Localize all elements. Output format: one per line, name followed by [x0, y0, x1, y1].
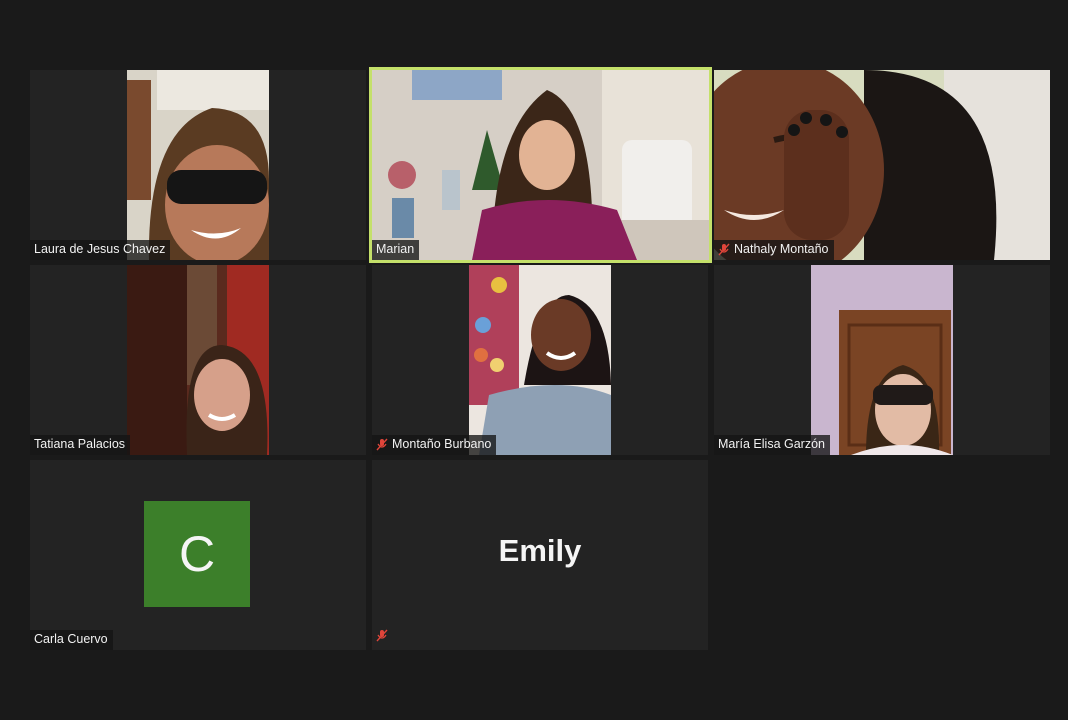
video-feed [714, 70, 1050, 260]
participant-nameplate: Tatiana Palacios [30, 435, 131, 455]
video-tile-montano[interactable]: Montaño Burbano [372, 265, 708, 455]
video-feed [372, 70, 709, 260]
participant-nameplate [376, 629, 388, 647]
participant-name: Nathaly Montaño [734, 242, 829, 256]
participant-name: Laura de Jesus Chavez [34, 242, 166, 256]
video-feed [127, 70, 269, 260]
video-feed [127, 265, 269, 455]
video-tile-emily[interactable]: Emily [372, 460, 708, 650]
participant-nameplate: Carla Cuervo [30, 630, 113, 650]
participant-nameplate: María Elisa Garzón [714, 435, 830, 455]
participant-nameplate: Marian [372, 240, 420, 260]
mic-muted-icon [376, 629, 388, 642]
participant-name: Carla Cuervo [34, 632, 108, 646]
video-tile-marian[interactable]: Marian [369, 67, 712, 263]
participant-nameplate: Montaño Burbano [372, 435, 497, 455]
participant-nameplate: Nathaly Montaño [714, 240, 834, 260]
avatar: C [144, 501, 250, 607]
participant-name: Tatiana Palacios [34, 437, 126, 451]
video-tile-laura[interactable]: Laura de Jesus Chavez [30, 70, 366, 260]
video-feed [811, 265, 953, 455]
video-tile-nathaly[interactable]: Nathaly Montaño [714, 70, 1050, 260]
avatar-letter: C [178, 526, 216, 582]
video-feed [469, 265, 611, 455]
participant-nameplate: Laura de Jesus Chavez [30, 240, 171, 260]
participant-name: María Elisa Garzón [718, 437, 825, 451]
participant-display-name: Emily [498, 533, 582, 568]
mic-muted-icon [376, 438, 388, 451]
participant-name: Montaño Burbano [392, 437, 492, 451]
video-tile-tatiana[interactable]: Tatiana Palacios [30, 265, 366, 455]
participant-name: Marian [376, 242, 415, 256]
video-tile-carla[interactable]: C Carla Cuervo [30, 460, 366, 650]
mic-muted-icon [718, 243, 730, 256]
video-tile-maria-elisa[interactable]: María Elisa Garzón [714, 265, 1050, 455]
